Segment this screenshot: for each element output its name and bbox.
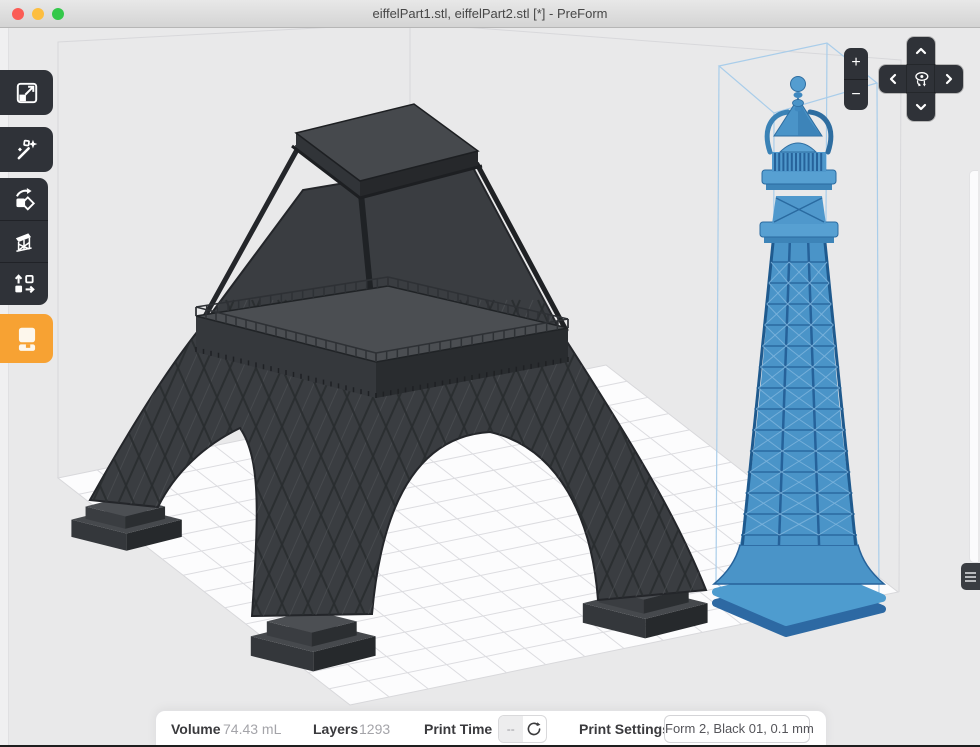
pan-left-button[interactable] xyxy=(879,65,907,93)
refresh-icon xyxy=(526,721,542,737)
view-orbit-icon xyxy=(910,68,932,90)
finial-ball xyxy=(791,77,806,92)
tower-skirt xyxy=(714,545,884,584)
print-settings-label: Print Settings xyxy=(579,721,670,737)
chevron-left-icon xyxy=(886,72,900,86)
print-time-refresh-button[interactable] xyxy=(523,716,547,742)
supports-tool-button[interactable] xyxy=(0,220,48,262)
hamburger-icon xyxy=(965,572,976,574)
print-time-value: -- xyxy=(499,716,523,742)
pan-right-button[interactable] xyxy=(935,65,963,93)
resize-icon xyxy=(14,80,40,106)
zoom-out-button[interactable]: − xyxy=(844,79,868,110)
pan-up-button[interactable] xyxy=(907,37,935,65)
chevron-down-icon xyxy=(914,100,928,114)
parts-list-toggle-button[interactable] xyxy=(961,563,980,590)
window-title: eiffelPart1.stl, eiffelPart2.stl [*] - P… xyxy=(0,6,980,21)
layers-value: 1293 xyxy=(359,721,390,737)
chevron-up-icon xyxy=(914,44,928,58)
orientation-tool-button[interactable] xyxy=(0,178,48,220)
print-time-control: -- xyxy=(498,715,547,743)
printer-icon xyxy=(14,325,40,353)
print-button[interactable] xyxy=(0,314,53,363)
print-settings-selector[interactable]: Form 2, Black 01, 0.1 mm xyxy=(664,715,810,743)
layout-icon xyxy=(11,271,37,297)
view-dpad xyxy=(879,37,963,121)
chevron-right-icon xyxy=(942,72,956,86)
tool-group xyxy=(0,178,48,305)
rotate-icon xyxy=(11,186,37,212)
volume-value: 74.43 mL xyxy=(223,721,281,737)
size-tool-button[interactable] xyxy=(0,70,53,115)
volume-label: Volume xyxy=(171,721,221,737)
zoom-panel: + − xyxy=(844,48,868,110)
print-time-label: Print Time xyxy=(424,721,492,737)
viewport-3d-scene[interactable] xyxy=(0,0,980,747)
titlebar[interactable]: eiffelPart1.stl, eiffelPart2.stl [*] - P… xyxy=(0,0,980,28)
supports-icon xyxy=(11,229,37,255)
status-bar: Volume 74.43 mL Layers 1293 Print Time -… xyxy=(155,710,827,747)
layout-tool-button[interactable] xyxy=(0,262,48,304)
orbit-view-button[interactable] xyxy=(907,65,935,93)
right-panel-scrollbar[interactable] xyxy=(969,170,978,563)
one-click-print-button[interactable] xyxy=(0,127,53,172)
magic-wand-icon xyxy=(14,137,40,163)
zoom-in-button[interactable]: + xyxy=(844,48,868,79)
pan-down-button[interactable] xyxy=(907,93,935,121)
layers-label: Layers xyxy=(313,721,358,737)
